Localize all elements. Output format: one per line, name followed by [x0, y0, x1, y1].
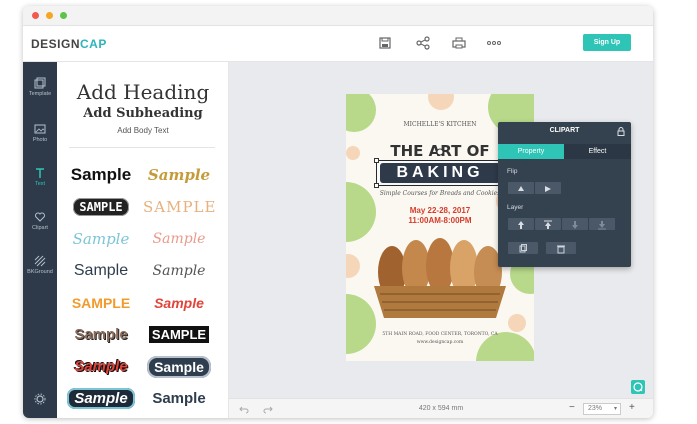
zoom-out-button[interactable]: − — [569, 402, 575, 413]
decor-circle — [346, 254, 360, 278]
duplicate-button[interactable] — [508, 242, 538, 254]
nav-item-text[interactable]: Text — [23, 162, 57, 196]
app-toolbar: DESIGNCAP Sign Up — [23, 26, 653, 62]
poster-website[interactable]: www.designcap.com — [346, 340, 534, 345]
tab-effect[interactable]: Effect — [564, 144, 631, 159]
sign-up-button[interactable]: Sign Up — [583, 34, 631, 51]
add-subheading-item[interactable]: Add Subheading — [57, 106, 229, 121]
close-dot[interactable] — [32, 12, 39, 19]
text-sample-1[interactable]: Sample — [65, 164, 137, 186]
zoom-select[interactable]: 23% ▾ — [583, 403, 621, 415]
nav-item-photo[interactable]: Photo — [23, 118, 57, 152]
rotate-icon[interactable] — [436, 148, 444, 156]
save-icon[interactable] — [377, 35, 393, 51]
logo-text-accent: CAP — [80, 37, 107, 51]
text-icon — [36, 168, 44, 178]
text-sample-3[interactable]: SAMPLE — [65, 196, 137, 218]
chat-icon — [633, 382, 643, 392]
share-icon[interactable] — [415, 35, 431, 51]
resize-handle[interactable] — [374, 183, 379, 188]
text-sample-4[interactable]: SAMPLE — [143, 196, 215, 218]
add-heading-item[interactable]: Add Heading — [57, 80, 229, 104]
chat-button[interactable] — [631, 380, 645, 394]
flip-label: Flip — [507, 168, 518, 175]
add-body-text-item[interactable]: Add Body Text — [57, 126, 229, 135]
photo-icon — [34, 124, 46, 134]
text-sample-7[interactable]: Sample — [65, 260, 137, 282]
poster-title-line2[interactable]: BAKING — [380, 163, 500, 183]
maximize-dot[interactable] — [60, 12, 67, 19]
nav-label-template: Template — [28, 91, 52, 97]
selection-frame[interactable]: BAKING — [374, 158, 506, 188]
copy-icon — [519, 244, 527, 253]
nav-label-background: BKGround — [27, 269, 53, 275]
nav-item-template[interactable]: Template — [23, 72, 57, 106]
bring-forward-button[interactable] — [508, 218, 534, 230]
gear-icon — [34, 393, 46, 405]
left-nav: Template Photo Text Clipart BKGround — [23, 62, 57, 418]
text-sample-2[interactable]: Sample — [143, 164, 215, 186]
bring-to-front-button[interactable] — [535, 218, 561, 230]
clipart-panel-title: CLIPART — [549, 127, 580, 134]
canvas-footer: 420 x 594 mm − 23% ▾ + — [229, 398, 653, 418]
flip-vertical-button[interactable] — [508, 182, 534, 194]
send-backward-button[interactable] — [562, 218, 588, 230]
nav-label-text: Text — [34, 181, 46, 187]
text-sample-8[interactable]: Sample — [143, 260, 215, 282]
arrow-down-icon — [572, 221, 578, 229]
logo-text-main: DESIGN — [31, 37, 81, 51]
flip-horizontal-button[interactable] — [535, 182, 561, 194]
nav-item-background[interactable]: BKGround — [23, 250, 57, 284]
text-sample-6[interactable]: Sample — [143, 228, 215, 250]
text-sample-9[interactable]: SAMPLE — [65, 292, 137, 314]
text-sample-3-label: SAMPLE — [73, 198, 129, 216]
text-sample-15[interactable]: Sample — [65, 388, 137, 410]
layer-label: Layer — [507, 204, 524, 211]
send-to-back-button[interactable] — [589, 218, 615, 230]
text-sample-14-label: Sample — [147, 356, 211, 378]
tab-property[interactable]: Property — [498, 144, 564, 159]
nav-label-clipart: Clipart — [32, 225, 48, 231]
designcap-logo[interactable]: DESIGNCAP — [31, 37, 107, 51]
text-sample-12-label: SAMPLE — [148, 326, 210, 343]
heart-icon — [35, 212, 45, 222]
arrow-bottom-icon — [598, 221, 606, 230]
more-icon[interactable] — [486, 35, 502, 51]
arrow-up-icon — [518, 221, 524, 229]
text-sample-13[interactable]: Sample — [65, 356, 137, 378]
minimize-dot[interactable] — [46, 12, 53, 19]
lock-icon[interactable] — [617, 127, 625, 136]
title-bar — [23, 6, 653, 26]
text-sample-16[interactable]: Sample — [143, 388, 215, 410]
chevron-down-icon: ▾ — [613, 406, 617, 412]
text-sample-11[interactable]: Sample — [65, 324, 137, 346]
trash-icon — [557, 245, 565, 254]
template-icon — [34, 77, 46, 89]
nav-item-clipart[interactable]: Clipart — [23, 206, 57, 240]
arrow-top-icon — [544, 220, 552, 229]
zoom-in-button[interactable]: + — [629, 402, 635, 413]
background-icon — [34, 255, 46, 267]
decor-circle — [508, 314, 526, 332]
decor-circle — [428, 94, 454, 110]
clipart-panel: CLIPART Property Effect Flip Layer — [498, 122, 631, 267]
print-icon[interactable] — [451, 35, 467, 51]
text-panel: Add Heading Add Subheading Add Body Text… — [57, 62, 229, 418]
flip-horizontal-icon — [545, 186, 551, 192]
text-sample-5[interactable]: Sample — [65, 228, 137, 250]
flip-vertical-icon — [518, 186, 524, 191]
poster-address[interactable]: 5TH MAIN ROAD, FOOD CENTER, TORONTO, CA — [346, 332, 534, 337]
text-sample-15-label: Sample — [67, 388, 135, 409]
nav-label-photo: Photo — [32, 137, 48, 143]
resize-handle[interactable] — [374, 158, 379, 163]
nav-item-settings[interactable] — [23, 388, 57, 418]
panel-divider — [69, 147, 215, 148]
text-sample-10[interactable]: Sample — [143, 292, 215, 314]
text-sample-14[interactable]: Sample — [143, 356, 215, 378]
bread-basket-image[interactable] — [370, 234, 510, 322]
text-sample-12[interactable]: SAMPLE — [143, 324, 215, 346]
zoom-value: 23% — [588, 405, 603, 412]
delete-button[interactable] — [546, 242, 576, 254]
